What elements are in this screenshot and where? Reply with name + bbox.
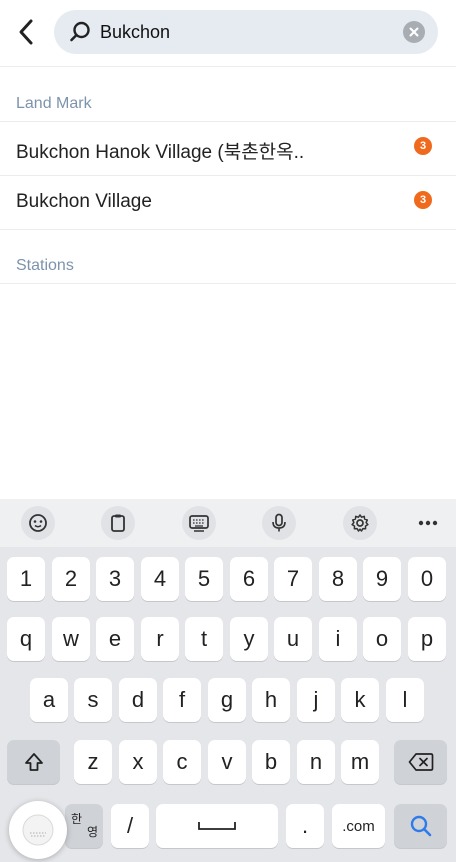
- key-u[interactable]: u: [274, 617, 312, 661]
- key-2[interactable]: 2: [52, 557, 90, 601]
- key-c[interactable]: c: [163, 740, 201, 784]
- key-7[interactable]: 7: [274, 557, 312, 601]
- back-button[interactable]: [8, 14, 44, 50]
- key-o[interactable]: o: [363, 617, 401, 661]
- key-e[interactable]: e: [96, 617, 134, 661]
- screen: Land Mark Bukchon Hanok Village (북촌한옥.. …: [0, 0, 456, 862]
- section-header-landmark: Land Mark: [16, 95, 92, 112]
- clipboard-button[interactable]: [101, 506, 135, 540]
- floating-keyboard-button[interactable]: [9, 801, 67, 859]
- key-p[interactable]: p: [408, 617, 446, 661]
- search-key[interactable]: [394, 804, 447, 848]
- result-label: Bukchon Village: [16, 191, 152, 212]
- clear-circle-icon: [409, 27, 419, 37]
- gear-icon: [351, 514, 369, 532]
- divider: [0, 229, 456, 230]
- key-g[interactable]: g: [208, 678, 246, 722]
- key-6[interactable]: 6: [230, 557, 268, 601]
- result-item[interactable]: Bukchon Village 3: [0, 176, 456, 230]
- keyboard: 1 2 3 4 5 6 7 8 9 0 q w e r t y u i o p …: [0, 547, 456, 862]
- settings-button[interactable]: [343, 506, 377, 540]
- key-9[interactable]: 9: [363, 557, 401, 601]
- key-slash[interactable]: /: [111, 804, 149, 848]
- search-box[interactable]: [54, 10, 438, 54]
- more-icon: [418, 520, 438, 526]
- keyboard-layout-button[interactable]: [182, 506, 216, 540]
- key-4[interactable]: 4: [141, 557, 179, 601]
- key-a[interactable]: a: [30, 678, 68, 722]
- space-bar-icon: [198, 822, 236, 830]
- key-period[interactable]: .: [286, 804, 324, 848]
- clear-search-button[interactable]: [403, 21, 425, 43]
- search-input[interactable]: [100, 10, 390, 54]
- key-h[interactable]: h: [252, 678, 290, 722]
- more-options-button[interactable]: [411, 506, 445, 540]
- key-k[interactable]: k: [341, 678, 379, 722]
- key-8[interactable]: 8: [319, 557, 357, 601]
- key-i[interactable]: i: [319, 617, 357, 661]
- key-s[interactable]: s: [74, 678, 112, 722]
- dotcom-key[interactable]: .com: [332, 804, 385, 848]
- microphone-icon: [272, 513, 286, 532]
- key-5[interactable]: 5: [185, 557, 223, 601]
- emoji-icon: [29, 514, 47, 532]
- keyboard-handle-icon: [22, 814, 54, 846]
- key-j[interactable]: j: [297, 678, 335, 722]
- clipboard-icon: [111, 514, 125, 532]
- search-header: [0, 0, 456, 67]
- section-header-stations: Stations: [16, 257, 74, 274]
- key-q[interactable]: q: [7, 617, 45, 661]
- key-w[interactable]: w: [52, 617, 90, 661]
- emoji-button[interactable]: [21, 506, 55, 540]
- backspace-icon: [408, 753, 433, 771]
- key-l[interactable]: l: [386, 678, 424, 722]
- result-badge: 3: [414, 137, 432, 155]
- space-key[interactable]: [156, 804, 278, 848]
- key-f[interactable]: f: [163, 678, 201, 722]
- key-x[interactable]: x: [119, 740, 157, 784]
- key-z[interactable]: z: [74, 740, 112, 784]
- language-switch-key[interactable]: 한 영: [65, 804, 103, 848]
- result-item[interactable]: Bukchon Hanok Village (북촌한옥.. 3: [0, 122, 456, 176]
- chevron-left-icon: [19, 19, 33, 45]
- divider: [0, 283, 456, 284]
- key-t[interactable]: t: [185, 617, 223, 661]
- key-d[interactable]: d: [119, 678, 157, 722]
- key-b[interactable]: b: [252, 740, 290, 784]
- shift-key[interactable]: [7, 740, 60, 784]
- microphone-button[interactable]: [262, 506, 296, 540]
- keyboard-layout-icon: [189, 515, 209, 532]
- key-r[interactable]: r: [141, 617, 179, 661]
- keyboard-toolbar: [0, 499, 456, 547]
- shift-icon: [24, 753, 43, 771]
- key-1[interactable]: 1: [7, 557, 45, 601]
- key-m[interactable]: m: [341, 740, 379, 784]
- search-icon: [410, 815, 431, 837]
- key-y[interactable]: y: [230, 617, 268, 661]
- result-label: Bukchon Hanok Village (북촌한옥..: [16, 142, 305, 163]
- key-0[interactable]: 0: [408, 557, 446, 601]
- language-key-bottom-label: 영: [86, 825, 98, 839]
- search-icon: [70, 21, 90, 42]
- language-key-top-label: 한: [71, 812, 83, 826]
- key-n[interactable]: n: [297, 740, 335, 784]
- key-v[interactable]: v: [208, 740, 246, 784]
- backspace-key[interactable]: [394, 740, 447, 784]
- result-badge: 3: [414, 191, 432, 209]
- key-3[interactable]: 3: [96, 557, 134, 601]
